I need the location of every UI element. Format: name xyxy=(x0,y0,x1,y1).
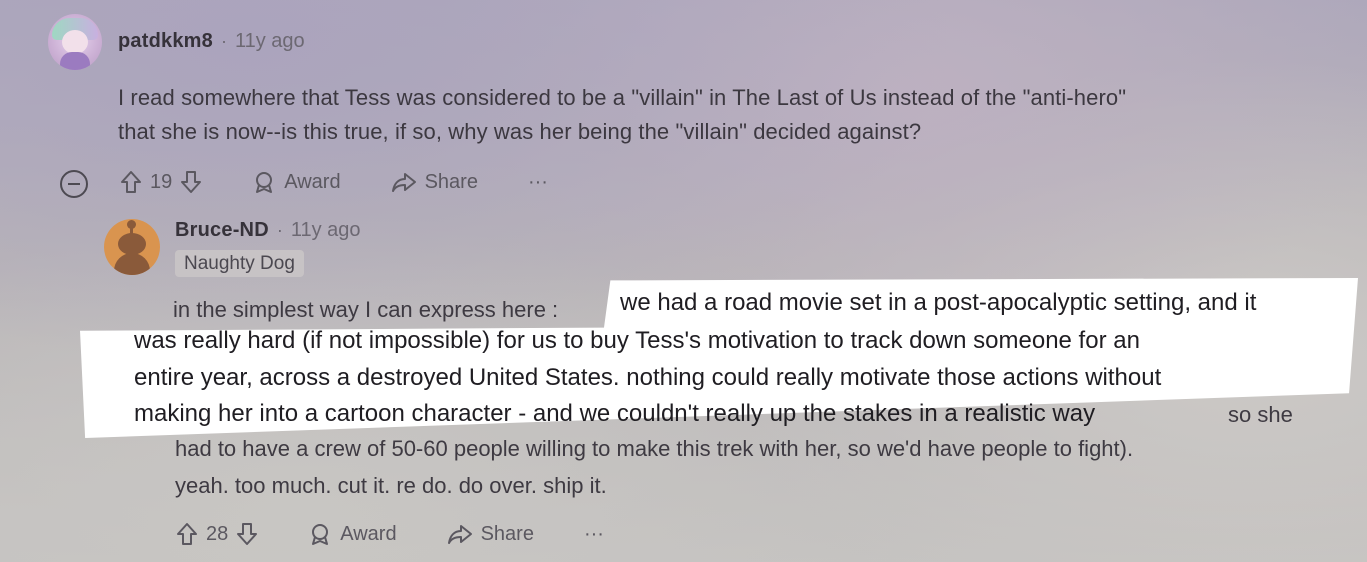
avatar-body xyxy=(114,253,150,275)
meta-separator: · xyxy=(276,220,283,240)
comment-author[interactable]: patdkkm8 xyxy=(118,30,213,53)
highlighted-text-line: entire year, across a destroyed United S… xyxy=(134,364,1162,391)
downvote-button[interactable] xyxy=(236,522,258,546)
more-options-icon: ··· xyxy=(527,170,548,193)
reply-header: Bruce-ND · 11y ago xyxy=(175,219,361,242)
upvote-button[interactable] xyxy=(176,522,198,546)
award-label: Award xyxy=(340,522,397,545)
arrow-down-icon xyxy=(181,171,202,193)
comment-timestamp[interactable]: 11y ago xyxy=(235,30,305,53)
avatar-antenna-ball xyxy=(127,220,136,229)
award-button[interactable]: Award xyxy=(308,522,397,546)
user-avatar[interactable] xyxy=(104,219,160,275)
share-button[interactable]: Share xyxy=(391,170,478,194)
reply-body-line: so she xyxy=(1228,402,1293,427)
share-label: Share xyxy=(480,522,534,545)
arrow-down-icon xyxy=(237,523,258,545)
more-options-button[interactable]: ··· xyxy=(528,171,548,194)
vote-score: 28 xyxy=(206,522,229,545)
comment-body-line: that she is now--is this true, if so, wh… xyxy=(118,119,922,144)
more-options-button[interactable]: ··· xyxy=(584,523,604,546)
highlighted-text-line: we had a road movie set in a post-apocal… xyxy=(620,289,1257,316)
share-button[interactable]: Share xyxy=(447,522,534,546)
avatar-body xyxy=(60,52,90,70)
vote-group: 19 xyxy=(120,170,202,194)
share-label: Share xyxy=(424,170,478,193)
downvote-button[interactable] xyxy=(180,170,202,194)
more-options-icon: ··· xyxy=(583,522,604,545)
highlighted-text-line: was really hard (if not impossible) for … xyxy=(134,327,1140,354)
award-button[interactable]: Award xyxy=(252,170,341,194)
meta-separator: · xyxy=(220,31,227,51)
share-icon xyxy=(391,173,416,192)
arrow-up-icon xyxy=(177,523,197,545)
reply-timestamp[interactable]: 11y ago xyxy=(291,219,361,242)
vote-score: 19 xyxy=(150,170,173,193)
award-icon xyxy=(256,172,273,193)
award-icon xyxy=(312,524,329,545)
user-avatar[interactable] xyxy=(48,14,102,70)
share-icon xyxy=(447,525,472,544)
vote-group: 28 xyxy=(176,522,258,546)
avatar-face xyxy=(62,30,88,54)
comment-body-line: I read somewhere that Tess was considere… xyxy=(118,85,1127,110)
reply-body-line: in the simplest way I can express here : xyxy=(173,297,559,322)
upvote-button[interactable] xyxy=(120,170,142,194)
reply-body-line: had to have a crew of 50-60 people willi… xyxy=(175,436,1134,461)
reply-author[interactable]: Bruce-ND xyxy=(175,219,269,242)
comment-action-bar: 19 Award Share ··· xyxy=(120,170,548,194)
reply-action-bar: 28 Award Share ··· xyxy=(176,522,604,546)
highlighted-text-line: making her into a cartoon character - an… xyxy=(134,400,1096,427)
arrow-up-icon xyxy=(121,171,141,193)
reply-body-line: yeah. too much. cut it. re do. do over. … xyxy=(175,473,607,498)
comment-header: patdkkm8 · 11y ago xyxy=(118,30,305,53)
user-flair: Naughty Dog xyxy=(175,250,304,277)
avatar-head xyxy=(118,233,146,255)
collapse-thread-button[interactable] xyxy=(60,170,88,198)
comment-body: I read somewhere that Tess was considere… xyxy=(118,81,1126,149)
award-label: Award xyxy=(284,170,341,193)
